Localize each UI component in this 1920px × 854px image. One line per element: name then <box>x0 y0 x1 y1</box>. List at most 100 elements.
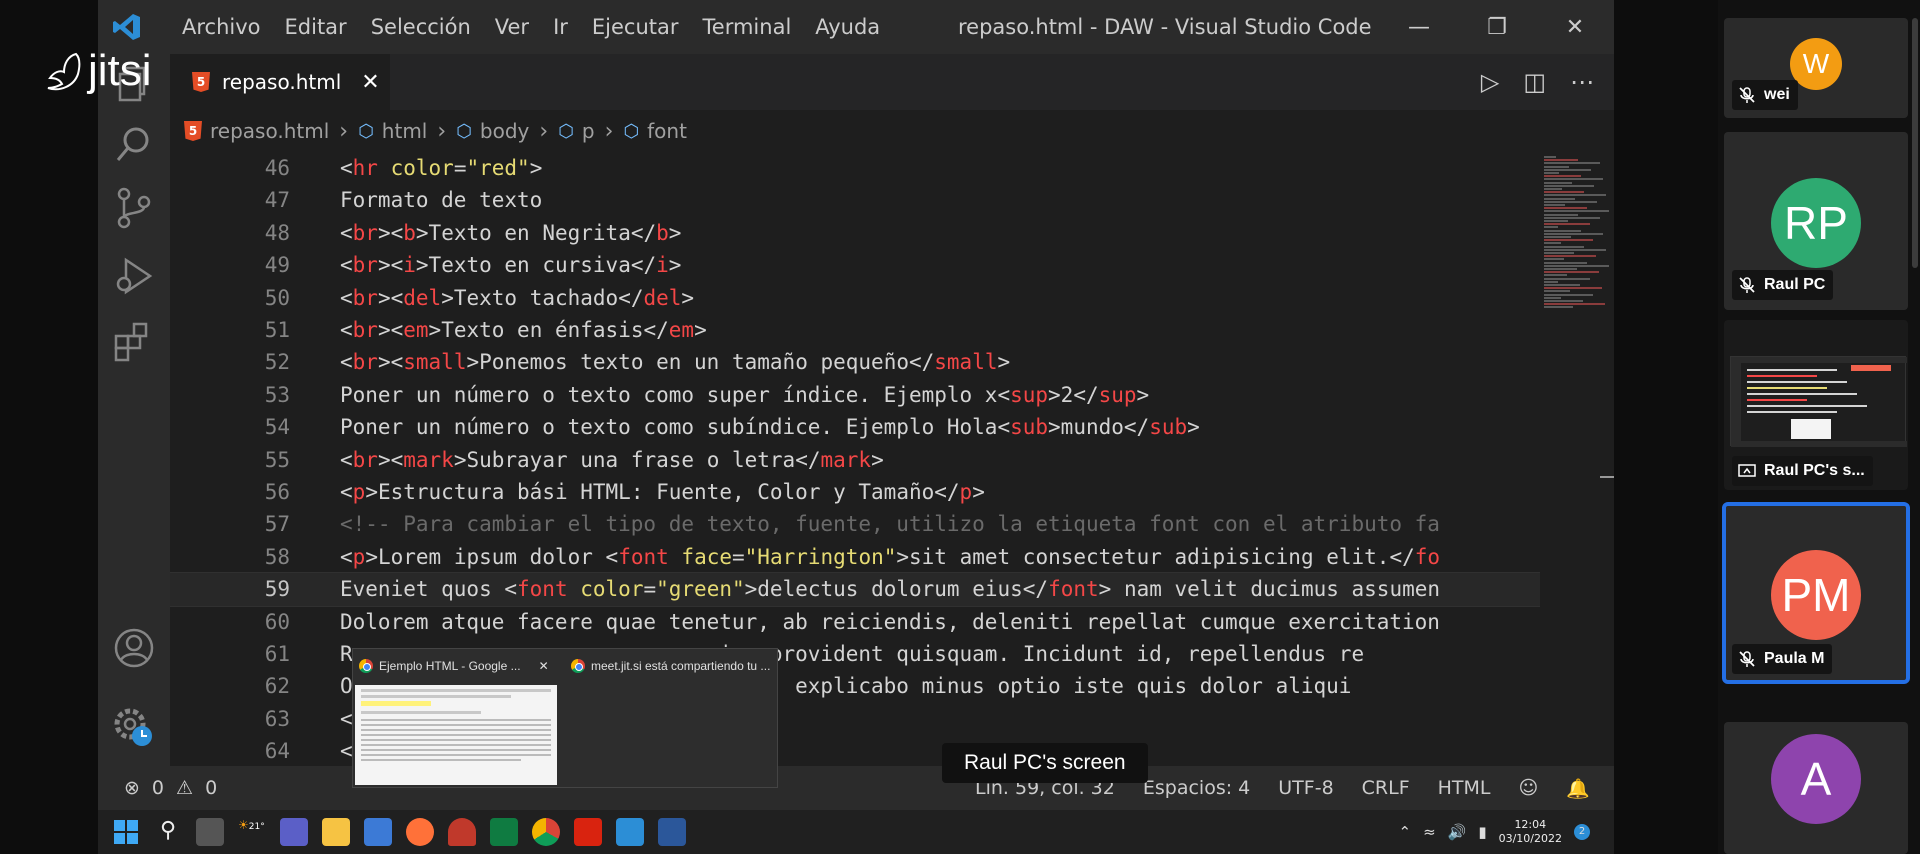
line-number: 57 <box>264 512 290 537</box>
taskbar-chrome-preview[interactable]: Ejemplo HTML - Google ... ✕ meet.jit.si … <box>352 648 778 788</box>
preview-tab-1[interactable]: Ejemplo HTML - Google ... ✕ <box>359 649 549 683</box>
participant-tile-screen-share[interactable]: Raul PC's s... <box>1724 320 1908 490</box>
more-actions-icon[interactable]: ⋯ <box>1570 68 1594 96</box>
breadcrumb-item-p[interactable]: ⬡ p <box>558 119 594 143</box>
minimap-slider[interactable] <box>1600 476 1614 478</box>
anydesk-icon[interactable] <box>448 818 476 846</box>
code-line[interactable]: 48 <br><b>Texto en Negrita</b> <box>170 217 1540 249</box>
volume-icon[interactable]: 🔊 <box>1448 823 1467 841</box>
menu-item-editar[interactable]: Editar <box>273 15 359 39</box>
menu-item-ayuda[interactable]: Ayuda <box>803 15 892 39</box>
code-line[interactable]: 46 <hr color="red"> <box>170 152 1540 184</box>
task-view-icon[interactable] <box>196 818 224 846</box>
code-line[interactable]: 51 <br><em>Texto en énfasis</em> <box>170 314 1540 346</box>
chevron-up-icon[interactable]: ⌃ <box>1398 823 1411 841</box>
settings-gear-icon[interactable] <box>112 704 156 748</box>
minimize-icon[interactable]: — <box>1380 0 1458 54</box>
word-icon[interactable] <box>658 818 686 846</box>
minimap[interactable] <box>1540 152 1614 766</box>
participant-tile-raul-pc[interactable]: RP Raul PC <box>1724 132 1908 310</box>
battery-icon[interactable]: ▮ <box>1478 823 1486 841</box>
code-line[interactable]: 58 <p>Lorem ipsum dolor <font face="Harri… <box>170 541 1540 573</box>
element-cube-icon: ⬡ <box>558 120 574 142</box>
code-line[interactable]: 57 <!-- Para cambiar el tipo de texto, fu… <box>170 508 1540 540</box>
run-debug-icon[interactable] <box>112 254 156 298</box>
windows-start-icon[interactable] <box>112 818 140 846</box>
code-line[interactable]: 50 <br><del>Texto tachado</del> <box>170 282 1540 314</box>
menu-item-ver[interactable]: Ver <box>483 15 541 39</box>
menu-item-ir[interactable]: Ir <box>541 15 580 39</box>
menu-item-seleccion[interactable]: Selección <box>359 15 483 39</box>
preview-thumbnail[interactable] <box>355 685 557 785</box>
code-line[interactable]: 53 Poner un número o texto como super índ… <box>170 379 1540 411</box>
line-number: 63 <box>264 706 290 731</box>
menu-item-ejecutar[interactable]: Ejecutar <box>580 15 691 39</box>
clock[interactable]: 12:04 03/10/2022 <box>1499 818 1562 846</box>
minimap-line <box>1544 290 1571 293</box>
close-icon[interactable]: ✕ <box>1536 0 1614 54</box>
avatar-initials: W <box>1802 48 1830 79</box>
acrobat-icon[interactable] <box>574 818 602 846</box>
file-explorer-icon[interactable] <box>322 818 350 846</box>
close-tab-icon[interactable]: ✕ <box>361 70 379 95</box>
participant-tile-a[interactable]: A <box>1724 722 1908 854</box>
menu-item-terminal[interactable]: Terminal <box>691 15 804 39</box>
teams-chat-icon[interactable] <box>280 818 308 846</box>
line-number: 50 <box>264 285 290 310</box>
chevron-right-icon: › <box>437 118 447 144</box>
minimap-line <box>1544 293 1593 296</box>
minimap-line <box>1544 188 1562 190</box>
participant-tile-wei[interactable]: W wei <box>1724 18 1908 118</box>
breadcrumb-item-file[interactable]: 5 repaso.html <box>184 119 329 143</box>
chrome-icon[interactable] <box>532 818 560 846</box>
filmstrip-scrollbar[interactable] <box>1912 18 1918 268</box>
code-line[interactable]: 55 <br><mark>Subrayar una frase o letra</… <box>170 444 1540 476</box>
encoding[interactable]: UTF-8 <box>1278 777 1333 799</box>
preview-tab-2[interactable]: meet.jit.si está compartiendo tu ... <box>571 649 770 683</box>
problems-indicator[interactable]: ⊗ 0 ⚠ 0 <box>124 766 217 810</box>
extensions-icon[interactable] <box>112 320 156 364</box>
run-icon[interactable]: ▷ <box>1481 68 1499 96</box>
chrome-icon <box>571 659 585 673</box>
code-line[interactable]: 54 Poner un número o texto como subíndice… <box>170 411 1540 443</box>
indentation[interactable]: Espacios: 4 <box>1143 777 1250 799</box>
project-icon[interactable] <box>490 818 518 846</box>
warning-icon: ⚠ <box>176 777 194 799</box>
store-icon[interactable] <box>364 818 392 846</box>
notifications-bell-icon[interactable]: 🔔 <box>1566 777 1590 800</box>
code-line[interactable]: 47 Formato de texto <box>170 184 1540 216</box>
minimap-line <box>1544 277 1590 280</box>
wifi-icon[interactable]: ≈ <box>1423 823 1436 841</box>
code-line[interactable]: 59 Eveniet quos <font color="green">delec… <box>170 572 1540 607</box>
code-text: <p>Estructura bási HTML: Fuente, Color y… <box>340 480 985 504</box>
menu-item-archivo[interactable]: Archivo <box>170 15 273 39</box>
firefox-icon[interactable] <box>406 818 434 846</box>
line-number: 54 <box>264 415 290 440</box>
restore-icon[interactable]: ❐ <box>1458 0 1536 54</box>
language-mode[interactable]: HTML <box>1438 777 1491 799</box>
taskbar-search-icon[interactable]: ⚲ <box>154 818 182 846</box>
split-editor-icon[interactable]: ◫ <box>1523 68 1546 96</box>
breadcrumb-item-body[interactable]: ⬡ body <box>456 119 529 143</box>
minimap-line <box>1544 156 1556 158</box>
minimap-line <box>1544 287 1603 290</box>
search-icon[interactable] <box>112 122 156 166</box>
tab-repaso-html[interactable]: 5 repaso.html ✕ <box>170 54 390 110</box>
feedback-icon[interactable]: ☺ <box>1519 777 1539 799</box>
end-of-line[interactable]: CRLF <box>1362 777 1410 799</box>
participant-tile-paula-m[interactable]: PM Paula M <box>1722 502 1910 684</box>
code-line[interactable]: 52 <br><small>Ponemos texto en un tamaño … <box>170 346 1540 378</box>
breadcrumb-item-html[interactable]: ⬡ html <box>358 119 427 143</box>
source-control-icon[interactable] <box>112 186 156 230</box>
code-line[interactable]: 56 <p>Estructura bási HTML: Fuente, Color… <box>170 476 1540 508</box>
close-icon[interactable]: ✕ <box>539 659 549 673</box>
code-line[interactable]: 60 Dolorem atque facere quae tenetur, ab … <box>170 606 1540 638</box>
avatar-initials: PM <box>1781 569 1851 621</box>
breadcrumb-item-font[interactable]: ⬡ font <box>623 119 687 143</box>
vscode-taskbar-icon[interactable] <box>616 818 644 846</box>
account-icon[interactable] <box>112 626 156 670</box>
weather-icon[interactable]: ☀21° <box>238 818 266 846</box>
minimap-line <box>1544 216 1600 219</box>
code-line[interactable]: 49 <br><i>Texto en cursiva</i> <box>170 249 1540 281</box>
notification-badge[interactable]: 2 <box>1574 824 1590 840</box>
